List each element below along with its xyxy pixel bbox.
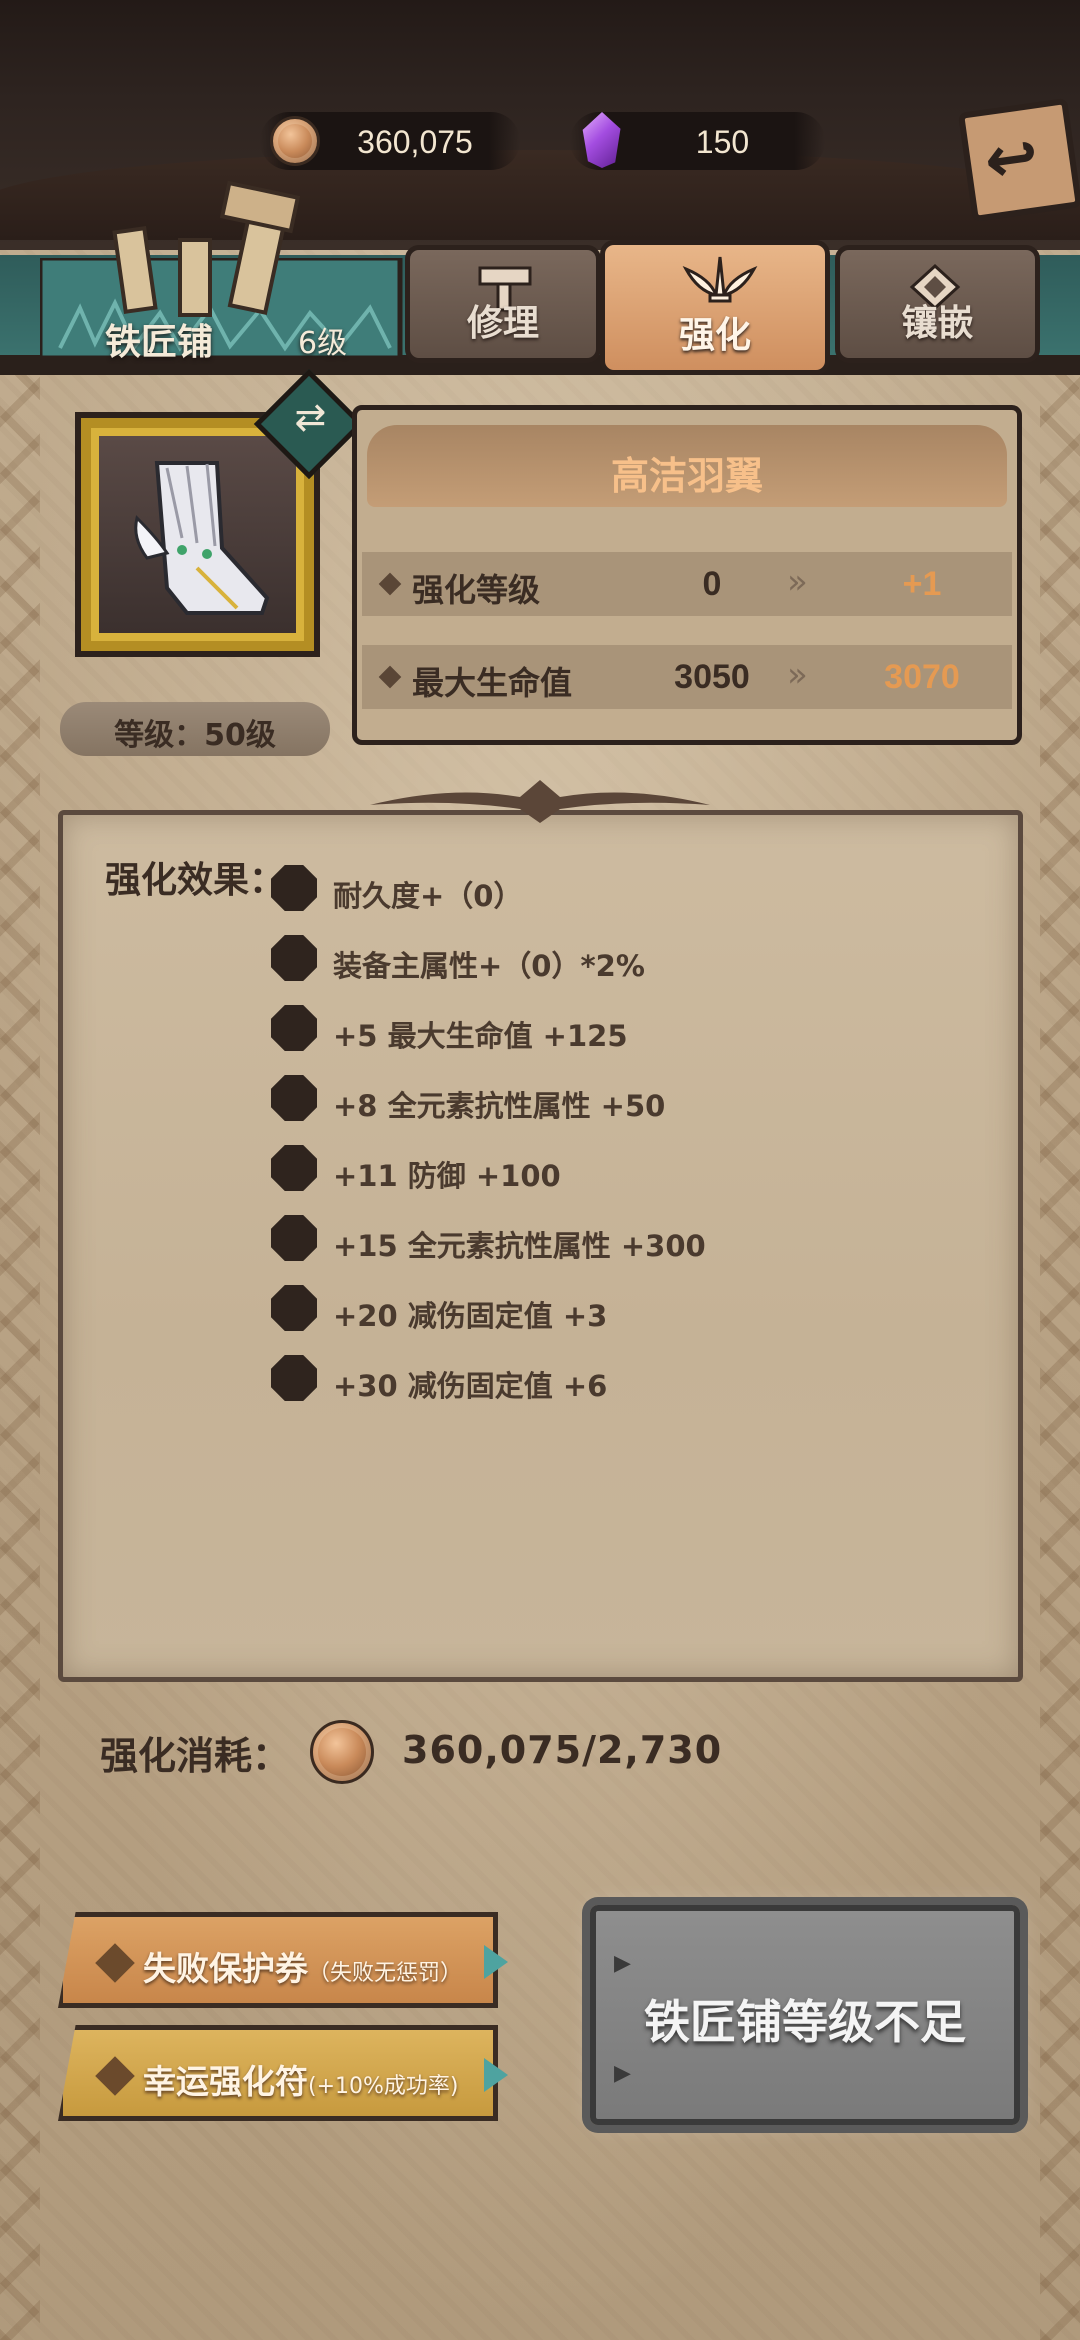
tab-enhance[interactable]: 强化	[600, 240, 830, 375]
tab-repair-label: 修理	[466, 303, 539, 344]
coin-icon	[310, 1720, 374, 1784]
effect-text: +30 减伤固定值 +6	[333, 1369, 608, 1403]
cost-value: 360,075/2,730	[402, 1728, 723, 1772]
item-title-bar: 高洁羽翼	[367, 425, 1007, 507]
stat-next: 3070	[884, 658, 960, 696]
fail-protection-label: 失败保护券（失败无惩罚）	[143, 1942, 462, 1990]
stat-row-max-hp: 最大生命值 3050 » 3070	[362, 645, 1012, 709]
effects-title: 强化效果：	[105, 860, 286, 901]
double-arrow-icon: »	[787, 562, 808, 602]
diamond-icon	[95, 1943, 135, 1983]
tab-enhance-label: 强化	[678, 315, 751, 356]
gem-counter: 150	[570, 112, 825, 170]
swap-icon: ⇄	[294, 394, 327, 439]
cost-label: 强化消耗：	[100, 1734, 291, 1778]
effect-text: +8 全元素抗性属性 +50	[333, 1089, 666, 1123]
item-name: 高洁羽翼	[610, 454, 763, 498]
octagon-icon	[271, 1145, 317, 1191]
double-arrow-icon: »	[787, 655, 808, 695]
notch-icon: ▶	[614, 1951, 631, 1976]
boot-icon	[134, 461, 270, 615]
stat-name: 最大生命值	[412, 664, 573, 702]
tab-inlay-label: 镶嵌	[901, 303, 974, 344]
effect-text: +5 最大生命值 +125	[333, 1019, 628, 1053]
gem-amount: 150	[695, 124, 750, 160]
effect-text: +15 全元素抗性属性 +300	[333, 1229, 706, 1263]
effect-text: +20 减伤固定值 +3	[333, 1299, 608, 1333]
octagon-icon	[271, 1215, 317, 1261]
item-portrait	[99, 436, 296, 633]
effect-text: 耐久度+（0）	[333, 879, 523, 913]
octagon-icon	[271, 1005, 317, 1051]
stat-current: 0	[702, 565, 722, 603]
stat-current: 3050	[674, 658, 750, 696]
effect-text: +11 防御 +100	[333, 1159, 561, 1193]
octagon-icon	[271, 1075, 317, 1121]
lucky-charm-label: 幸运强化符(+10%成功率)	[143, 2055, 459, 2103]
back-arrow-icon: ↩	[979, 118, 1044, 200]
fail-protection-ticket[interactable]: 失败保护券（失败无惩罚）	[58, 1912, 498, 2008]
side-pattern-left	[0, 360, 40, 2340]
stat-name: 强化等级	[412, 571, 541, 609]
hammers-decoration	[112, 180, 301, 317]
bullet-icon	[378, 665, 402, 689]
fail-protection-title: 失败保护券	[143, 1949, 308, 1988]
coin-counter: 360,075	[260, 112, 520, 170]
back-button[interactable]: ↩	[957, 97, 1080, 223]
coin-icon	[270, 116, 320, 166]
effect-text: 装备主属性+（0）*2%	[333, 949, 645, 983]
octagon-icon	[271, 1285, 317, 1331]
fail-protection-subtitle: （失败无惩罚）	[308, 1961, 463, 1986]
stat-row-enhance-level: 强化等级 0 » +1	[362, 552, 1012, 616]
notch-icon: ▶	[614, 2061, 631, 2086]
bullet-icon	[378, 572, 402, 596]
side-pattern-right	[1040, 360, 1080, 2340]
stats-panel: 高洁羽翼 强化等级 0 » +1 最大生命值 3050 » 3070	[352, 405, 1022, 745]
octagon-icon	[271, 865, 317, 911]
tab-inlay[interactable]: 镶嵌	[835, 245, 1040, 363]
lucky-charm-ticket[interactable]: 幸运强化符(+10%成功率)	[58, 2025, 498, 2121]
enhance-button[interactable]: ▶ ▶ 铁匠铺等级不足	[590, 1905, 1020, 2125]
coin-amount: 360,075	[357, 124, 473, 160]
panel-ornament	[370, 780, 710, 823]
effects-panel: 强化效果： 耐久度+（0） 装备主属性+（0）*2% +5 最大生命值 +125…	[58, 810, 1023, 1682]
octagon-icon	[271, 935, 317, 981]
lucky-charm-subtitle: (+10%成功率)	[308, 2074, 459, 2099]
tab-repair[interactable]: 修理	[405, 245, 601, 363]
stat-next: +1	[902, 565, 942, 603]
item-level: 等级：50级	[114, 718, 276, 753]
lucky-charm-title: 幸运强化符	[143, 2062, 308, 2101]
octagon-icon	[271, 1355, 317, 1401]
item-level-ribbon: 等级：50级	[60, 702, 330, 756]
enhance-button-label: 铁匠铺等级不足	[644, 1995, 966, 2049]
gem-icon	[582, 112, 621, 168]
diamond-icon	[95, 2056, 135, 2096]
